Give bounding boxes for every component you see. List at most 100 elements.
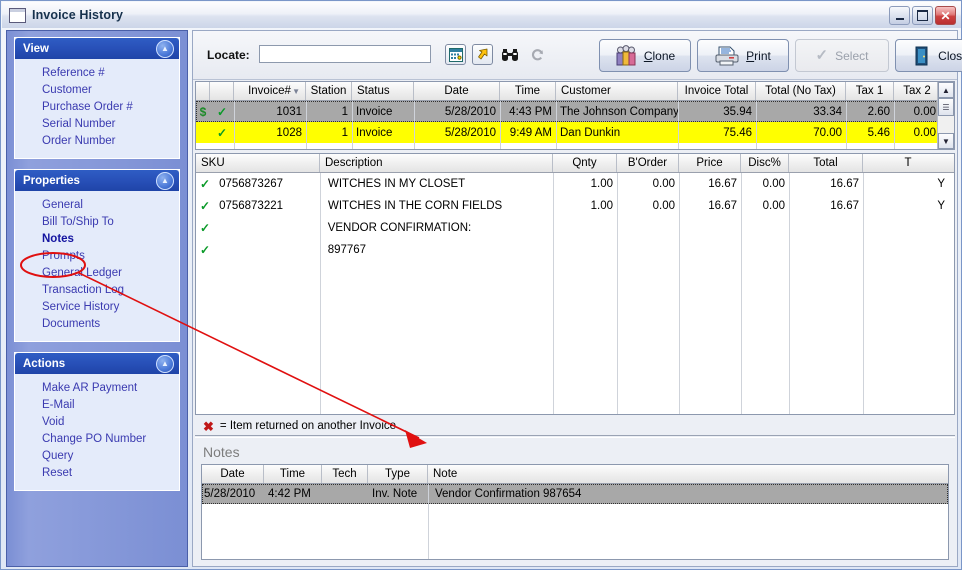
table-row[interactable]: ✓ VENDOR CONFIRMATION:	[196, 217, 954, 239]
cell-time: 9:49 AM	[509, 126, 552, 139]
col-station[interactable]: Station	[306, 82, 352, 100]
col-disc[interactable]: Disc%	[741, 154, 789, 172]
sidebar-item-documents[interactable]: Documents	[15, 316, 179, 333]
cell-note-type: Inv. Note	[372, 488, 418, 500]
sidebar-item-general-ledger[interactable]: General Ledger	[15, 265, 179, 282]
col-time[interactable]: Time	[500, 82, 556, 100]
check-icon: ✓	[200, 199, 211, 213]
calendar-icon[interactable]	[445, 44, 466, 65]
goto-arrow-icon[interactable]	[472, 44, 493, 65]
cell-disc: 0.00	[762, 200, 785, 212]
invoice-grid-scrollbar[interactable]: ▲ ☰ ▼	[937, 82, 954, 149]
col-tax2[interactable]: Tax 2	[894, 82, 940, 100]
sidebar-item-query[interactable]: Query	[15, 448, 179, 465]
sidebar-item-reference-number[interactable]: Reference #	[15, 65, 179, 82]
invoice-grid[interactable]: Invoice# ▼ Station Status Date Time Cust…	[195, 81, 955, 150]
cell-sku: 0756873221	[219, 200, 284, 212]
col-border[interactable]: B'Order	[617, 154, 679, 172]
sidebar-item-service-history[interactable]: Service History	[15, 299, 179, 316]
sidebar-item-general[interactable]: General	[15, 197, 179, 214]
sidebar-item-order-number[interactable]: Order Number	[15, 133, 179, 150]
sort-descending-icon: ▼	[292, 86, 300, 96]
sidebar-item-bill-to-ship-to[interactable]: Bill To/Ship To	[15, 214, 179, 231]
sidebar-item-reset[interactable]: Reset	[15, 465, 179, 482]
locate-input[interactable]	[259, 45, 431, 63]
scroll-up-button[interactable]: ▲	[938, 82, 954, 98]
sidebar-panel-properties-title: Properties	[23, 174, 80, 187]
refresh-icon[interactable]	[527, 44, 548, 65]
sidebar-item-email[interactable]: E-Mail	[15, 397, 179, 414]
col-note-text[interactable]: Note	[428, 465, 948, 483]
col-flag2[interactable]	[210, 82, 234, 100]
table-row[interactable]: 5/28/2010 4:42 PM Inv. Note Vendor Confi…	[202, 484, 948, 504]
check-icon: ✓	[216, 125, 228, 140]
invoice-history-window: Invoice History ✕ View ▲ Reference # Cus…	[0, 0, 962, 570]
sidebar-item-purchase-order-number[interactable]: Purchase Order #	[15, 99, 179, 116]
maximize-button[interactable]	[912, 6, 933, 25]
money-icon: $	[199, 104, 207, 119]
col-description[interactable]: Description	[320, 154, 553, 172]
col-note-type[interactable]: Type	[368, 465, 428, 483]
cell-tax1: 2.60	[867, 105, 890, 118]
cell-description: VENDOR CONFIRMATION:	[327, 222, 472, 234]
sidebar-item-prompts[interactable]: Prompts	[15, 248, 179, 265]
cell-date: 5/28/2010	[444, 105, 496, 118]
minimize-button[interactable]	[889, 6, 910, 25]
col-note-time[interactable]: Time	[264, 465, 322, 483]
sidebar-item-notes[interactable]: Notes	[15, 231, 179, 248]
cell-invoice-total: 35.94	[723, 105, 752, 118]
col-customer[interactable]: Customer	[556, 82, 678, 100]
col-total-no-tax[interactable]: Total (No Tax)	[756, 82, 846, 100]
sidebar-item-transaction-log[interactable]: Transaction Log	[15, 282, 179, 299]
sidebar-item-change-po-number[interactable]: Change PO Number	[15, 431, 179, 448]
scroll-down-button[interactable]: ▼	[938, 133, 954, 149]
col-price[interactable]: Price	[679, 154, 741, 172]
table-row[interactable]: $ ✓ 1031 1 Invoice 5/28/2010 4:43 PM The…	[196, 101, 954, 122]
notes-grid[interactable]: Date Time Tech Type Note 5/28/2010 4:42 …	[201, 464, 949, 560]
table-row[interactable]: ✓ 0756873221 WITCHES IN THE CORN FIELDS …	[196, 195, 954, 217]
chevron-up-icon[interactable]: ▲	[156, 172, 174, 190]
cell-customer: The Johnson Company	[560, 105, 678, 118]
print-button[interactable]: Print	[697, 39, 789, 72]
chevron-up-icon[interactable]: ▲	[156, 40, 174, 58]
binoculars-icon[interactable]	[499, 44, 520, 65]
cell-sku: 0756873267	[219, 178, 284, 190]
close-window-button[interactable]: ✕	[935, 6, 956, 25]
select-button[interactable]: ✓ Select	[795, 39, 889, 72]
sidebar-item-void[interactable]: Void	[15, 414, 179, 431]
line-item-grid[interactable]: SKU Description Qnty B'Order Price Disc%…	[195, 153, 955, 415]
col-total[interactable]: Total	[789, 154, 863, 172]
sidebar-panel-view-title: View	[23, 42, 49, 55]
table-row[interactable]: ✓ 1028 1 Invoice 5/28/2010 9:49 AM Dan D…	[196, 122, 954, 143]
col-date[interactable]: Date	[414, 82, 500, 100]
col-flag[interactable]	[196, 82, 210, 100]
col-note-date[interactable]: Date	[202, 465, 264, 483]
clone-button[interactable]: Clone	[599, 39, 691, 72]
toolbar: Locate: Clone Print ✓ Select Clos	[193, 31, 962, 80]
col-status[interactable]: Status	[352, 82, 414, 100]
main-area: Locate: Clone Print ✓ Select Clos Invoic…	[192, 30, 962, 567]
window-icon	[9, 7, 26, 23]
invoice-grid-header: Invoice# ▼ Station Status Date Time Cust…	[196, 82, 954, 101]
sidebar-item-customer[interactable]: Customer	[15, 82, 179, 99]
close-button[interactable]: Close	[895, 39, 962, 72]
col-invoice-number[interactable]: Invoice# ▼	[234, 82, 306, 100]
table-row[interactable]: ✓ 897767	[196, 239, 954, 261]
col-tax1[interactable]: Tax 1	[846, 82, 894, 100]
col-qnty[interactable]: Qnty	[553, 154, 617, 172]
cell-time: 4:43 PM	[509, 105, 552, 118]
col-invoice-total[interactable]: Invoice Total	[678, 82, 756, 100]
scroll-thumb[interactable]: ☰	[938, 98, 954, 116]
sidebar-panel-actions: Actions ▲ Make AR Payment E-Mail Void Ch…	[14, 352, 180, 491]
sidebar-item-make-ar-payment[interactable]: Make AR Payment	[15, 380, 179, 397]
cell-date: 5/28/2010	[444, 126, 496, 139]
col-note-tech[interactable]: Tech	[322, 465, 368, 483]
col-t[interactable]: T	[863, 154, 953, 172]
red-x-icon: ✖	[203, 418, 214, 434]
table-row[interactable]: ✓ 0756873267 WITCHES IN MY CLOSET 1.00 0…	[196, 173, 954, 195]
sidebar: View ▲ Reference # Customer Purchase Ord…	[6, 30, 188, 567]
cell-price: 16.67	[708, 200, 737, 212]
col-sku[interactable]: SKU	[196, 154, 320, 172]
chevron-up-icon[interactable]: ▲	[156, 355, 174, 373]
sidebar-item-serial-number[interactable]: Serial Number	[15, 116, 179, 133]
